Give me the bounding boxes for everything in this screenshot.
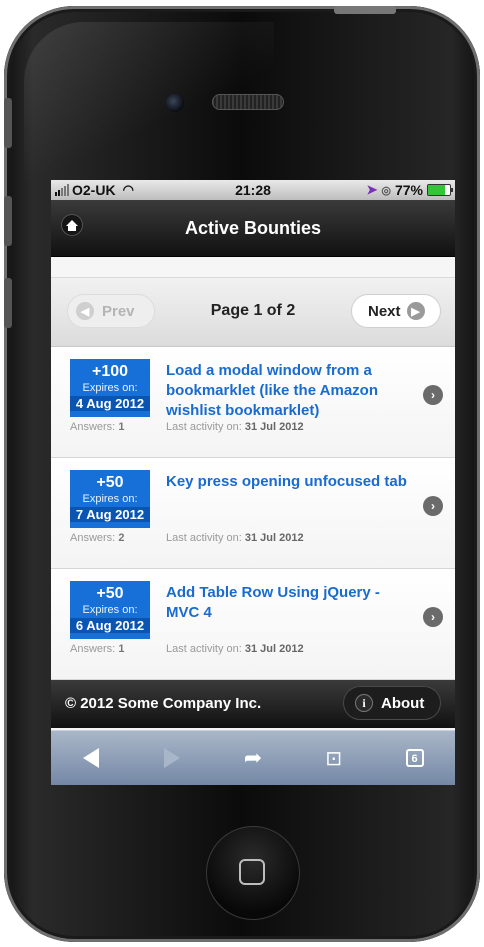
answers-value: 2 bbox=[118, 532, 125, 544]
info-icon: i bbox=[355, 694, 373, 712]
activity-date: 31 Jul 2012 bbox=[244, 643, 304, 655]
bounty-list: +100 Expires on: 4 Aug 2012 Answers: 1 L… bbox=[51, 347, 455, 680]
bookmarks-icon[interactable]: ⊡ bbox=[314, 743, 354, 773]
location-icon: ➤ bbox=[366, 182, 378, 197]
back-arrow-icon[interactable] bbox=[71, 743, 111, 773]
bounty-item[interactable]: +50 Expires on: 7 Aug 2012 Answers: 2 Ke… bbox=[51, 458, 455, 569]
next-button[interactable]: Next ▶ bbox=[351, 294, 441, 328]
last-activity: Last activity on: 31 Jul 2012 bbox=[166, 532, 304, 544]
next-label: Next bbox=[368, 302, 401, 320]
chevron-right-icon: › bbox=[423, 496, 443, 516]
bounty-item[interactable]: +100 Expires on: 4 Aug 2012 Answers: 1 L… bbox=[51, 347, 455, 458]
earpiece-speaker bbox=[212, 94, 284, 110]
expires-label: Expires on: bbox=[82, 382, 138, 394]
browser-toolbar: ➦ ⊡ 6 bbox=[51, 730, 455, 785]
home-hardware-button[interactable] bbox=[206, 826, 300, 920]
battery-percent: 77% bbox=[394, 182, 423, 198]
chevron-right-icon: ▶ bbox=[406, 302, 425, 320]
alarm-icon: ◎ bbox=[381, 184, 391, 197]
answers-label: Answers: bbox=[70, 421, 116, 433]
activity-label: Last activity on: bbox=[166, 421, 242, 433]
house-body bbox=[68, 226, 76, 231]
answers-value: 1 bbox=[118, 643, 125, 655]
activity-label: Last activity on: bbox=[166, 532, 242, 544]
bounty-amount: +50 bbox=[96, 585, 124, 602]
chevron-right-icon: › bbox=[423, 385, 443, 405]
bounty-badge: +50 Expires on: 7 Aug 2012 bbox=[70, 470, 150, 528]
expires-label: Expires on: bbox=[82, 493, 138, 505]
expires-date: 4 Aug 2012 bbox=[70, 396, 150, 411]
expires-label: Expires on: bbox=[82, 604, 138, 616]
mute-switch bbox=[4, 98, 12, 148]
answers-label: Answers: bbox=[70, 532, 116, 544]
phone-screen: O2-UK ◠ 21:28 ➤ ◎ 77% Active Bounties ◀ … bbox=[51, 180, 455, 785]
bounty-title[interactable]: Load a modal window from a bookmarklet (… bbox=[166, 361, 416, 421]
page-footer: © 2012 Some Company Inc. i About bbox=[51, 680, 455, 728]
answers-value: 1 bbox=[118, 421, 125, 433]
activity-label: Last activity on: bbox=[166, 643, 242, 655]
bounty-badge: +100 Expires on: 4 Aug 2012 bbox=[70, 359, 150, 417]
share-icon[interactable]: ➦ bbox=[233, 743, 273, 773]
page-title: Active Bounties bbox=[184, 217, 322, 238]
status-bar: O2-UK ◠ 21:28 ➤ ◎ 77% bbox=[51, 180, 455, 200]
activity-date: 31 Jul 2012 bbox=[244, 421, 304, 433]
volume-down-button bbox=[4, 278, 12, 328]
last-activity: Last activity on: 31 Jul 2012 bbox=[166, 421, 304, 433]
status-right: ➤ ◎ 77% bbox=[366, 182, 453, 198]
home-icon[interactable] bbox=[61, 214, 83, 236]
chevron-right-icon: › bbox=[423, 607, 443, 627]
pager: ◀ Prev Page 1 of 2 Next ▶ bbox=[51, 278, 455, 347]
bounty-badge: +50 Expires on: 6 Aug 2012 bbox=[70, 581, 150, 639]
volume-up-button bbox=[4, 196, 12, 246]
battery-fill bbox=[428, 185, 445, 195]
bounty-title[interactable]: Key press opening unfocused tab bbox=[166, 472, 416, 492]
power-button bbox=[334, 6, 396, 14]
battery-icon bbox=[427, 184, 453, 196]
answers-count: Answers: 2 bbox=[70, 532, 124, 544]
bounty-amount: +100 bbox=[91, 363, 129, 380]
expires-date: 6 Aug 2012 bbox=[70, 618, 150, 633]
tabs-count: 6 bbox=[411, 753, 418, 765]
page-header: Active Bounties bbox=[51, 200, 455, 257]
about-button[interactable]: i About bbox=[343, 686, 441, 720]
forward-arrow-icon bbox=[152, 743, 192, 773]
bounty-item[interactable]: +50 Expires on: 6 Aug 2012 Answers: 1 Ad… bbox=[51, 569, 455, 680]
header-spacer bbox=[51, 257, 455, 278]
activity-date: 31 Jul 2012 bbox=[244, 532, 304, 544]
last-activity: Last activity on: 31 Jul 2012 bbox=[166, 643, 304, 655]
bounty-amount: +50 bbox=[96, 474, 124, 491]
home-square-icon bbox=[239, 859, 265, 885]
bounty-title[interactable]: Add Table Row Using jQuery - MVC 4 bbox=[166, 583, 416, 623]
front-camera bbox=[166, 94, 184, 112]
answers-count: Answers: 1 bbox=[70, 421, 124, 433]
copyright-text: © 2012 Some Company Inc. bbox=[65, 695, 262, 712]
about-label: About bbox=[381, 694, 425, 712]
expires-date: 7 Aug 2012 bbox=[70, 507, 150, 522]
answers-count: Answers: 1 bbox=[70, 643, 124, 655]
tabs-icon[interactable]: 6 bbox=[395, 743, 435, 773]
answers-label: Answers: bbox=[70, 643, 116, 655]
